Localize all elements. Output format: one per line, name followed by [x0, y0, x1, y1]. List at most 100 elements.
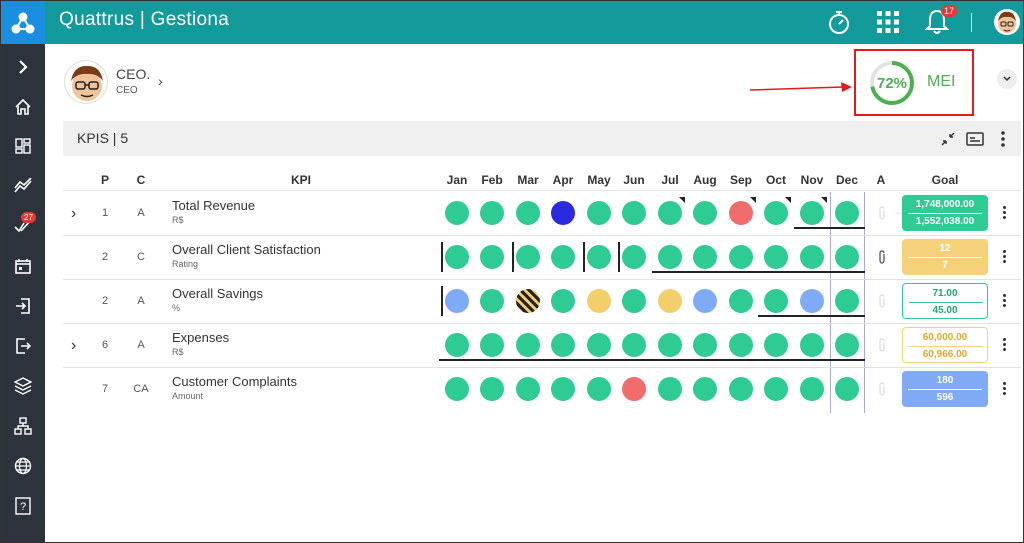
month-status-dot[interactable] [729, 245, 753, 269]
month-status-dot[interactable] [658, 201, 682, 225]
card-view-icon[interactable] [965, 129, 985, 149]
attachment-icon[interactable] [877, 294, 887, 308]
row-more-options-icon[interactable] [1000, 293, 1008, 309]
month-status-dot[interactable] [764, 377, 788, 401]
month-status-dot[interactable] [729, 377, 753, 401]
month-status-dot[interactable] [587, 289, 611, 313]
month-status-dot[interactable] [587, 201, 611, 225]
goal-box[interactable]: 71.00 45.00 [902, 283, 988, 319]
month-status-dot[interactable] [622, 377, 646, 401]
month-status-dot[interactable] [551, 377, 575, 401]
month-status-dot[interactable] [445, 333, 469, 357]
month-status-dot[interactable] [835, 245, 859, 269]
home-icon[interactable] [1, 92, 45, 122]
month-status-dot[interactable] [800, 245, 824, 269]
month-status-dot[interactable] [693, 289, 717, 313]
logout-icon[interactable] [1, 331, 45, 361]
row-more-options-icon[interactable] [1000, 249, 1008, 265]
month-status-dot[interactable] [480, 377, 504, 401]
attachment-icon[interactable] [877, 206, 887, 220]
month-status-dot[interactable] [729, 333, 753, 357]
month-status-dot[interactable] [516, 245, 540, 269]
month-status-dot[interactable] [516, 289, 540, 313]
more-options-icon[interactable] [993, 129, 1013, 149]
month-status-dot[interactable] [622, 245, 646, 269]
apps-grid-icon[interactable] [874, 8, 902, 36]
month-status-dot[interactable] [693, 377, 717, 401]
row-expand-chevron-icon[interactable]: › [71, 205, 76, 223]
layers-icon[interactable] [1, 371, 45, 401]
month-status-dot[interactable] [445, 377, 469, 401]
month-status-dot[interactable] [445, 201, 469, 225]
row-expand-chevron-icon[interactable]: › [71, 337, 76, 355]
month-status-dot[interactable] [764, 245, 788, 269]
kpi-name[interactable]: Customer Complaints [172, 374, 297, 389]
globe-icon[interactable] [1, 451, 45, 481]
month-status-dot[interactable] [480, 333, 504, 357]
row-more-options-icon[interactable] [1000, 337, 1008, 353]
calendar-icon[interactable] [1, 251, 45, 281]
month-status-dot[interactable] [587, 245, 611, 269]
month-status-dot[interactable] [800, 333, 824, 357]
month-status-dot[interactable] [516, 377, 540, 401]
month-status-dot[interactable] [800, 377, 824, 401]
month-status-dot[interactable] [551, 201, 575, 225]
month-status-dot[interactable] [658, 333, 682, 357]
dashboard-icon[interactable] [1, 131, 45, 161]
logo[interactable] [1, 1, 45, 44]
month-status-dot[interactable] [658, 289, 682, 313]
month-status-dot[interactable] [480, 245, 504, 269]
goal-box[interactable]: 60,000.00 60,966.00 [902, 327, 988, 363]
goal-box[interactable]: 180 596 [902, 371, 988, 407]
profile-chevron-right-icon[interactable]: › [158, 73, 163, 89]
month-status-dot[interactable] [516, 333, 540, 357]
month-status-dot[interactable] [800, 289, 824, 313]
month-status-dot[interactable] [764, 333, 788, 357]
kpi-name[interactable]: Total Revenue [172, 198, 255, 213]
kpi-name[interactable]: Overall Client Satisfaction [172, 242, 321, 257]
month-status-dot[interactable] [445, 289, 469, 313]
row-more-options-icon[interactable] [1000, 381, 1008, 397]
kpi-name[interactable]: Expenses [172, 330, 229, 345]
month-status-dot[interactable] [658, 245, 682, 269]
month-status-dot[interactable] [551, 333, 575, 357]
month-status-dot[interactable] [800, 201, 824, 225]
month-status-dot[interactable] [622, 201, 646, 225]
stopwatch-icon[interactable] [825, 8, 853, 36]
mei-indicator[interactable]: 72% MEI [854, 49, 974, 116]
month-status-dot[interactable] [693, 201, 717, 225]
month-status-dot[interactable] [693, 333, 717, 357]
sidebar-expand-chevron-icon[interactable] [1, 52, 45, 82]
month-status-dot[interactable] [835, 333, 859, 357]
tasks-check-icon[interactable]: 27 [1, 211, 45, 241]
kpi-name[interactable]: Overall Savings [172, 286, 263, 301]
minimize-arrows-icon[interactable] [938, 129, 958, 149]
month-status-dot[interactable] [445, 245, 469, 269]
month-status-dot[interactable] [764, 201, 788, 225]
month-status-dot[interactable] [587, 333, 611, 357]
month-status-dot[interactable] [835, 377, 859, 401]
month-status-dot[interactable] [693, 245, 717, 269]
user-avatar[interactable] [994, 9, 1020, 35]
help-icon[interactable]: ? [1, 491, 45, 521]
org-structure-icon[interactable] [1, 411, 45, 441]
row-more-options-icon[interactable] [1000, 205, 1008, 221]
month-status-dot[interactable] [729, 289, 753, 313]
notification-bell-icon[interactable]: 17 [923, 5, 957, 36]
attachment-icon[interactable] [877, 338, 887, 352]
month-status-dot[interactable] [551, 289, 575, 313]
month-status-dot[interactable] [551, 245, 575, 269]
month-status-dot[interactable] [764, 289, 788, 313]
month-status-dot[interactable] [729, 201, 753, 225]
month-status-dot[interactable] [835, 201, 859, 225]
month-status-dot[interactable] [480, 289, 504, 313]
month-status-dot[interactable] [622, 333, 646, 357]
month-status-dot[interactable] [516, 201, 540, 225]
goal-box[interactable]: 1,748,000.00 1,552,038.00 [902, 195, 988, 231]
trend-chart-icon[interactable] [1, 171, 45, 201]
month-status-dot[interactable] [835, 289, 859, 313]
month-status-dot[interactable] [622, 289, 646, 313]
collapse-chevron-down-icon[interactable] [997, 69, 1017, 89]
goal-box[interactable]: 12 7 [902, 239, 988, 275]
attachment-icon[interactable] [877, 250, 887, 264]
